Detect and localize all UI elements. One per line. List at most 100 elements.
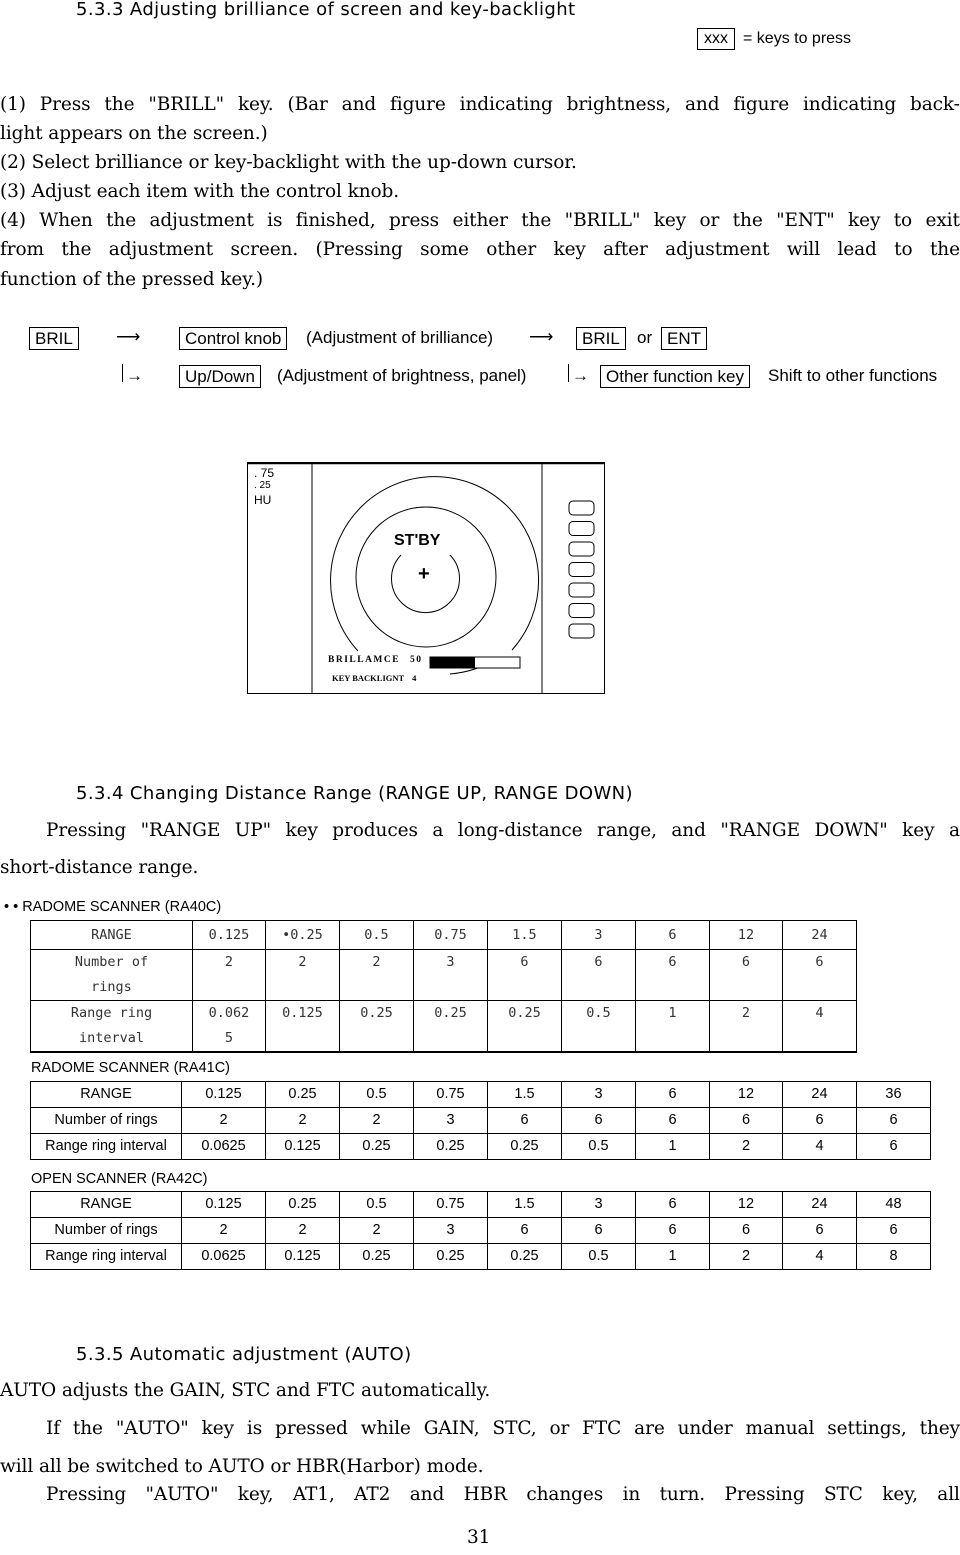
table-cell: 0.125	[181, 1081, 266, 1108]
table-cell: 4	[782, 1243, 857, 1270]
word: adjustment	[108, 239, 214, 260]
table-cell: •0.25	[265, 920, 340, 950]
word: (4)	[0, 210, 26, 231]
range-ring-interval-row: Range ring interval 0.0625 0.125 0.25 0.25 0.…	[30, 1133, 931, 1160]
table-cell: 6	[635, 1081, 710, 1108]
word: "AUTO"	[115, 1418, 189, 1439]
table-cell: 4	[782, 1133, 857, 1160]
table-cell: 3	[413, 949, 488, 1001]
word: adjustment	[665, 239, 770, 260]
word: either	[452, 210, 508, 231]
word: AT1,	[292, 1484, 335, 1505]
word: GAIN,	[423, 1418, 480, 1439]
word: key,	[237, 1484, 274, 1505]
word: and	[684, 94, 720, 115]
word: is	[246, 1418, 263, 1439]
legend-key-sample: xxx	[697, 28, 735, 50]
table-caption-ra41c: RADOME SCANNER (RA41C)	[31, 1060, 230, 1076]
word: the	[104, 94, 135, 115]
flow-arrow: ⟶	[529, 327, 554, 346]
word: to	[894, 239, 913, 260]
ring-interval-readout: . 25	[254, 480, 271, 491]
table-cell: 6	[635, 1191, 710, 1218]
table-cell: 0.25	[487, 1243, 562, 1270]
table-cell: 2	[265, 1217, 340, 1244]
table-cell: 2	[339, 949, 414, 1001]
table-cell: 6	[635, 1217, 710, 1244]
word: under	[677, 1418, 733, 1439]
table-cell: 6	[856, 1107, 931, 1134]
word: press	[388, 210, 440, 231]
table-caption-ra40c: • • RADOME SCANNER (RA40C)	[4, 899, 222, 915]
table-cell: 0.125	[181, 1191, 266, 1218]
word: are	[634, 1418, 665, 1439]
word: STC	[823, 1484, 863, 1505]
range-readout: . 75	[254, 466, 275, 480]
word: or	[699, 210, 720, 231]
word: indicating	[802, 94, 897, 115]
auto-paragraph-line1: AUTO adjusts the GAIN, STC and FTC autom…	[0, 1380, 491, 1401]
table-cell: 1	[635, 1133, 710, 1160]
table-cell: 0.25	[265, 1081, 340, 1108]
table-cell: 1.5	[487, 920, 562, 950]
table-cell: 2	[339, 1217, 414, 1244]
row-header-cell: Number of rings	[30, 949, 193, 1001]
table-cell: 4	[782, 1000, 857, 1053]
control-knob-key: Control knob	[179, 327, 288, 350]
range-table-ra42c: RANGE 0.125 0.25 0.5 0.75 1.5 3 6 12 24 48 Number o…	[30, 1191, 931, 1270]
soft-key	[568, 562, 595, 577]
row-header-cell: Range ring interval	[30, 1133, 182, 1160]
word: while	[360, 1418, 411, 1439]
brilliance-label-text: BRILLAMCE	[328, 655, 401, 665]
table-cell: 6	[709, 949, 783, 1001]
table-cell: 0.062 5	[192, 1000, 266, 1053]
soft-key	[568, 623, 595, 639]
table-cell: 0.25	[413, 1000, 488, 1053]
table-cell: 12	[709, 1191, 783, 1218]
word: they	[919, 1418, 960, 1439]
table-cell: 0.25	[487, 1133, 562, 1160]
number-of-rings-row: Number of rings 2 2 2 3 6 6 6 6 6	[30, 949, 857, 1001]
number-of-rings-row: Number of rings 2 2 2 3 6 6 6 6 6 6	[30, 1107, 931, 1134]
backlight-label: KEY BACKLIGNT 4	[332, 673, 416, 683]
word: screen.	[230, 239, 299, 260]
range-paragraph-line2: short-distance range.	[0, 857, 199, 878]
other-description: Shift to other functions	[768, 366, 938, 385]
soft-key	[568, 541, 595, 557]
word: (Bar	[287, 94, 328, 115]
word: (Pressing	[315, 239, 403, 260]
word: the	[106, 210, 137, 231]
word: key,	[882, 1484, 918, 1505]
word: manual	[745, 1418, 815, 1439]
word: will	[786, 239, 821, 260]
word: "BRILL"	[148, 94, 225, 115]
step-3: (3) Adjust each item with the control kn…	[0, 181, 400, 202]
section-heading-5-3-3: 5.3.3 Adjusting brilliance of screen and…	[76, 0, 576, 20]
table-cell: 0.5	[561, 1133, 636, 1160]
table-cell: 1.5	[487, 1081, 562, 1108]
row-header-cell: Range ring interval	[30, 1243, 182, 1270]
range-ring-interval-row: Range ring interval 0.062 5 0.125 0.25 0.25 0…	[30, 1000, 857, 1053]
bril-key: BRIL	[29, 327, 79, 350]
backlight-value: 4	[412, 673, 417, 683]
table-cell: 0.5	[561, 1000, 636, 1053]
word: and	[671, 820, 706, 841]
step-4-line: (4) When the adjustment is finished, press eith…	[0, 210, 960, 231]
table-cell: 6	[635, 920, 710, 950]
table-cell: 2	[181, 1217, 266, 1244]
soft-key	[568, 521, 595, 536]
range-table-ra40c: RANGE 0.125 •0.25 0.5 0.75 1.5 3 6 12 24 Number of…	[30, 920, 857, 1053]
word: the	[929, 239, 960, 260]
range-row: RANGE 0.125 0.25 0.5 0.75 1.5 3 6 12 24 36	[30, 1081, 931, 1108]
word: long-distance	[457, 820, 583, 841]
bril-exit-key: BRIL	[576, 327, 626, 350]
table-cell: 3	[561, 1081, 636, 1108]
word: pressed	[275, 1418, 348, 1439]
word: If	[46, 1418, 60, 1439]
table-cell: 6	[561, 1217, 636, 1244]
word: "AUTO"	[145, 1484, 219, 1505]
word: AT2	[354, 1484, 391, 1505]
table-cell: 0.125	[265, 1243, 340, 1270]
number-of-rings-row: Number of rings 2 2 2 3 6 6 6 6 6 6	[30, 1217, 931, 1244]
word: some	[420, 239, 469, 260]
